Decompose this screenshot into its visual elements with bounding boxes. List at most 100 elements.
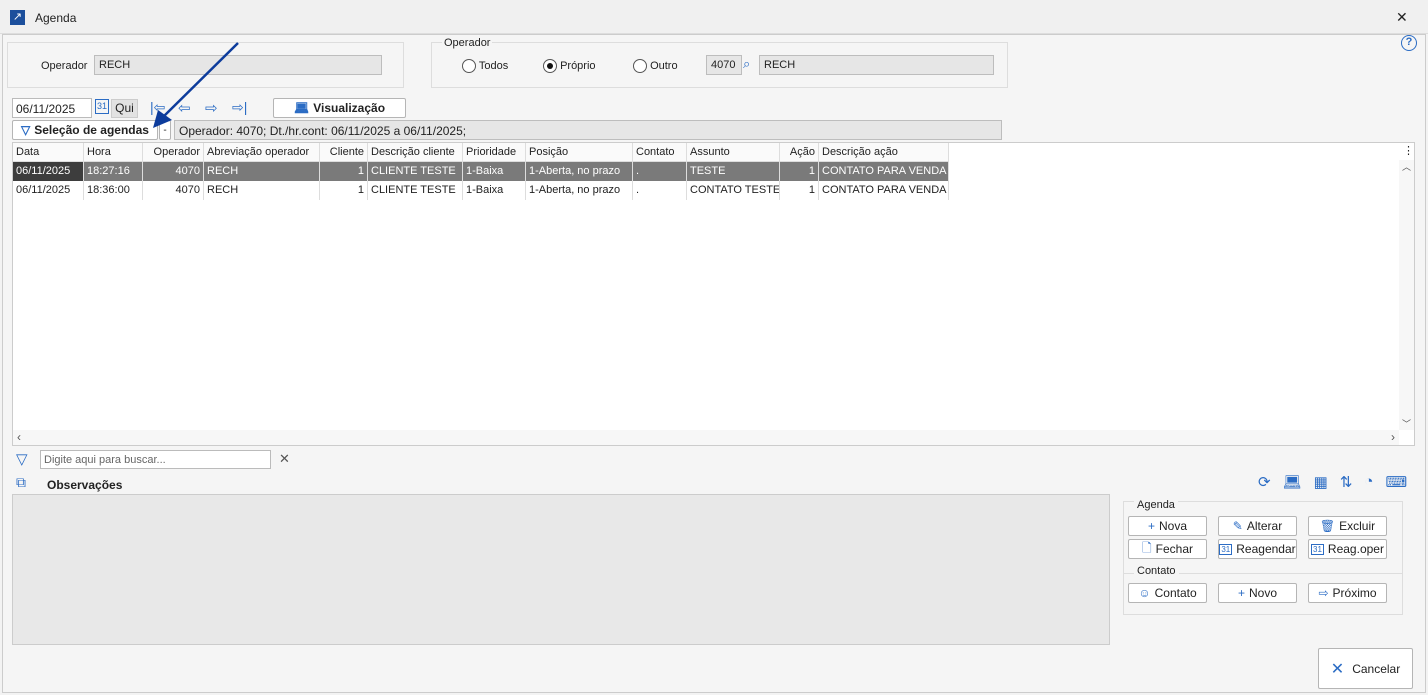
- grid-cell: TESTE: [687, 162, 780, 181]
- operator-label: Operador: [41, 60, 88, 72]
- grid-cell: 1-Aberta, no prazo: [526, 162, 633, 181]
- alterar-button[interactable]: ✎ Alterar: [1218, 516, 1297, 536]
- operator-filter-group: Operador Todos Próprio Outro 4070 ⌕ RECH: [431, 37, 1008, 88]
- reagendar-icon: 31: [1219, 543, 1233, 555]
- novo-button[interactable]: + Novo: [1218, 583, 1297, 603]
- grid-cell: 1: [320, 181, 368, 200]
- reag-oper-button[interactable]: 31 Reag.oper: [1308, 539, 1387, 559]
- observations-label: Observações: [47, 478, 123, 492]
- column-header[interactable]: Prioridade: [463, 143, 526, 162]
- sort-az-icon[interactable]: ⇅: [1340, 473, 1353, 491]
- clear-search-icon[interactable]: ✕: [279, 451, 290, 467]
- reagendar-button[interactable]: 31 Reagendar: [1218, 539, 1297, 559]
- actions-panel: Agenda + Nova ✎ Alterar 🗑︎ Excluir 🗋 Fechar 31 Re…: [1123, 499, 1403, 615]
- proximo-button[interactable]: ⇨ Próximo: [1308, 583, 1387, 603]
- agenda-grid[interactable]: Data Hora Operador Abreviação operador Clien…: [12, 142, 1415, 446]
- table-row[interactable]: 06/11/2025 18:27:16 4070 RECH 1 CLIENTE TESTE…: [13, 162, 949, 181]
- window-title: Agenda: [35, 11, 77, 25]
- palette-icon[interactable]: ◔: [1364, 473, 1373, 491]
- column-header[interactable]: Cliente: [320, 143, 368, 162]
- app-icon: ↗: [10, 10, 25, 25]
- search-icon[interactable]: ⌕: [743, 56, 750, 72]
- operator-name-field[interactable]: RECH: [759, 55, 994, 75]
- grid-cell: 06/11/2025: [13, 181, 84, 200]
- vertical-scrollbar[interactable]: ︿ ﹀: [1399, 160, 1414, 430]
- column-header[interactable]: Contato: [633, 143, 687, 162]
- column-header[interactable]: Abreviação operador: [204, 143, 320, 162]
- visualizacao-button[interactable]: 💻︎ Visualização: [273, 98, 406, 118]
- grid-cell: 1-Aberta, no prazo: [526, 181, 633, 200]
- column-header[interactable]: Descrição ação: [819, 143, 949, 162]
- reag-oper-icon: 31: [1311, 543, 1324, 555]
- annotation-arrow: [153, 42, 239, 128]
- close-button[interactable]: ✕: [1396, 9, 1408, 26]
- radio-todos[interactable]: Todos: [462, 59, 508, 73]
- grid-cell: .: [633, 162, 687, 181]
- column-header[interactable]: Assunto: [687, 143, 780, 162]
- grid-cell: CLIENTE TESTE: [368, 162, 463, 181]
- close-icon: ✕: [1330, 660, 1345, 678]
- operator-code-field[interactable]: 4070: [706, 55, 742, 75]
- grid-tools: ⟳ 💻︎ ▦ ⇅ ◔ ⌨: [1258, 473, 1407, 491]
- layout-icon[interactable]: ▦: [1314, 473, 1328, 491]
- excluir-icon: 🗑︎: [1319, 519, 1336, 533]
- alterar-icon: ✎: [1232, 519, 1243, 533]
- date-input[interactable]: 06/11/2025: [12, 98, 92, 118]
- column-header[interactable]: Descrição cliente: [368, 143, 463, 162]
- horizontal-scrollbar[interactable]: ‹ ›: [13, 430, 1399, 445]
- grid-cell: 4070: [143, 181, 204, 200]
- keyboard-icon[interactable]: ⌨: [1385, 473, 1407, 491]
- grid-cell: CONTATO PARA VENDA: [819, 162, 949, 181]
- contato-button[interactable]: ☺ Contato: [1128, 583, 1207, 603]
- column-header[interactable]: Data: [13, 143, 84, 162]
- nova-button[interactable]: + Nova: [1128, 516, 1207, 536]
- search-filter-icon[interactable]: ▽: [16, 450, 28, 468]
- radio-proprio[interactable]: Próprio: [543, 59, 596, 73]
- contact-legend: Contato: [1134, 565, 1179, 577]
- laptop-icon: 💻︎: [293, 101, 310, 115]
- grid-cell: 18:27:16: [84, 162, 143, 181]
- grid-menu-icon[interactable]: ⋮: [1403, 144, 1414, 157]
- title-bar: ↗ Agenda ✕: [0, 0, 1428, 34]
- grid-cell: 1: [780, 162, 819, 181]
- grid-cell: 4070: [143, 162, 204, 181]
- grid-cell: RECH: [204, 162, 320, 181]
- filter-summary: Operador: 4070; Dt./hr.cont: 06/11/2025 …: [174, 120, 1002, 140]
- grid-cell: 1-Baixa: [463, 181, 526, 200]
- refresh-icon[interactable]: ⟳: [1258, 473, 1271, 491]
- calendar-icon[interactable]: 31: [95, 99, 110, 114]
- proximo-icon: ⇨: [1318, 586, 1329, 600]
- observations-textarea[interactable]: [12, 494, 1110, 645]
- novo-icon: +: [1237, 586, 1245, 600]
- operator-filter-legend: Operador: [442, 37, 493, 49]
- grid-cell: 06/11/2025: [13, 162, 84, 181]
- contato-icon: ☺: [1138, 586, 1151, 600]
- table-row[interactable]: 06/11/2025 18:36:00 4070 RECH 1 CLIENTE TESTE…: [13, 181, 949, 200]
- grid-cell: CONTATO TESTE: [687, 181, 780, 200]
- grid-cell: CONTATO PARA VENDA: [819, 181, 949, 200]
- grid-cell: 1: [780, 181, 819, 200]
- column-header[interactable]: Posição: [526, 143, 633, 162]
- window-icon: ⧉: [16, 474, 26, 490]
- help-icon[interactable]: ?: [1401, 35, 1417, 51]
- column-header[interactable]: Ação: [780, 143, 819, 162]
- grid-cell: CLIENTE TESTE: [368, 181, 463, 200]
- filter-icon: ▽: [21, 123, 31, 137]
- radio-outro[interactable]: Outro: [633, 59, 678, 73]
- column-header[interactable]: Operador: [143, 143, 204, 162]
- column-header[interactable]: Hora: [84, 143, 143, 162]
- search-input[interactable]: Digite aqui para buscar...: [40, 450, 271, 469]
- grid-cell: RECH: [204, 181, 320, 200]
- grid-cell: .: [633, 181, 687, 200]
- agenda-legend: Agenda: [1134, 499, 1178, 511]
- cancel-button[interactable]: ✕ Cancelar: [1318, 648, 1413, 689]
- nova-icon: +: [1147, 519, 1155, 533]
- fechar-icon: 🗋: [1141, 540, 1152, 555]
- excluir-button[interactable]: 🗑︎ Excluir: [1308, 516, 1387, 536]
- grid-header: Data Hora Operador Abreviação operador Clien…: [13, 143, 949, 162]
- selecao-agendas-button[interactable]: ▽ Seleção de agendas: [12, 120, 158, 140]
- laptop-icon[interactable]: 💻︎: [1283, 473, 1302, 491]
- fechar-button[interactable]: 🗋 Fechar: [1128, 539, 1207, 559]
- grid-cell: 1-Baixa: [463, 162, 526, 181]
- grid-cell: 18:36:00: [84, 181, 143, 200]
